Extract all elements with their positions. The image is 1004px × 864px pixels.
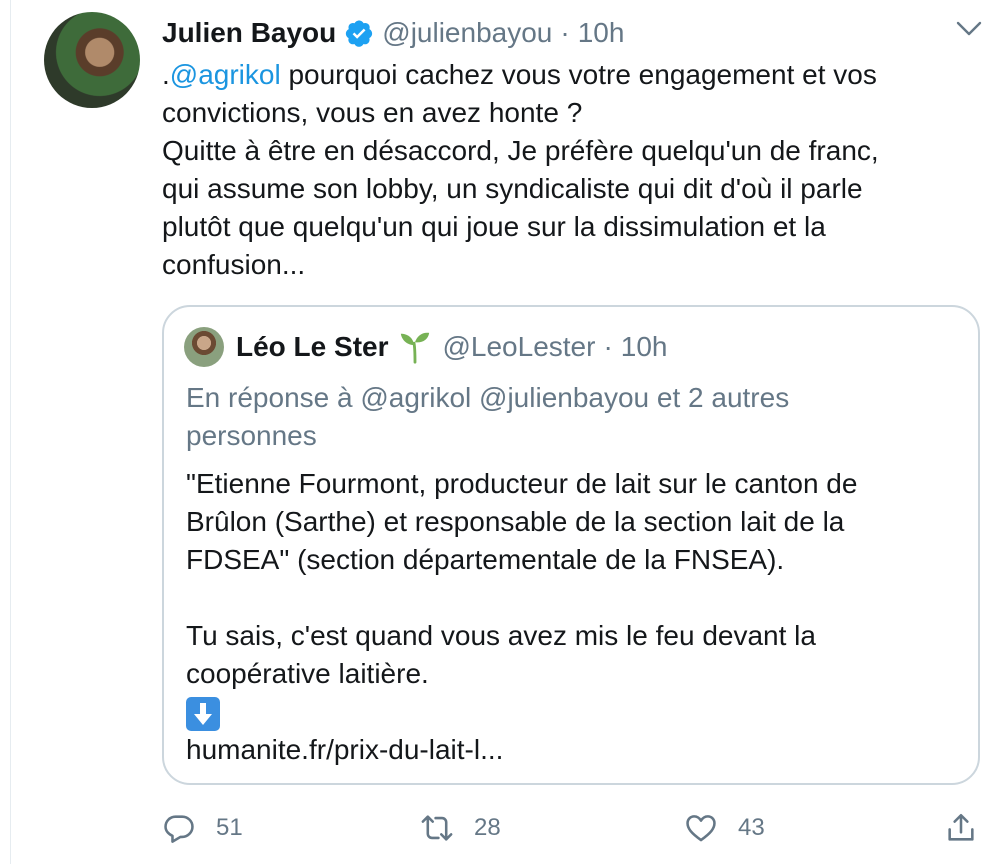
author-handle[interactable]: @julienbayou: [382, 17, 552, 49]
separator-dot: ·: [603, 331, 613, 362]
reply-button[interactable]: 51: [162, 808, 243, 848]
quoted-line: Brûlon (Sarthe) et responsable de la sec…: [186, 506, 845, 537]
tweet-header: Julien Bayou @julienbayou · 10h: [162, 14, 624, 52]
tweet-line: convictions, vous en avez honte ?: [162, 97, 583, 128]
retweet-button[interactable]: 28: [420, 808, 501, 848]
seedling-icon: [401, 332, 430, 364]
quoted-line: Tu sais, c'est quand vous avez mis le fe…: [186, 620, 816, 651]
tweet-line: Quitte à être en désaccord, Je préfère q…: [162, 135, 879, 166]
tweet-body: .@agrikol pourquoi cachez vous votre eng…: [162, 56, 982, 284]
share-icon: [948, 813, 974, 841]
tweet-line: confusion...: [162, 249, 306, 280]
verified-badge-icon: [346, 20, 373, 47]
tweet-time[interactable]: 10h: [578, 17, 625, 49]
retweet-count: 28: [474, 814, 501, 841]
timeline-border: [10, 0, 11, 864]
tweet-line: .@agrikol pourquoi cachez vous votre eng…: [162, 56, 982, 94]
tweet-line-rest: pourquoi cachez vous votre engagement et…: [280, 59, 877, 90]
quoted-line: "Etienne Fourmont, producteur de lait su…: [186, 468, 858, 499]
reply-context-line: personnes: [186, 420, 317, 451]
quoted-tweet-body: "Etienne Fourmont, producteur de lait su…: [186, 465, 966, 769]
quoted-line: coopérative laitière.: [186, 658, 429, 689]
quoted-author-handle: @LeoLester: [442, 331, 596, 362]
reply-context: En réponse à @agrikol @julienbayou et 2 …: [186, 379, 966, 455]
heart-icon: [686, 815, 716, 842]
reply-context-line: En réponse à @agrikol @julienbayou et 2 …: [186, 382, 790, 413]
chevron-down-icon[interactable]: [956, 20, 982, 38]
reply-icon: [164, 815, 194, 843]
tweet-prefix: .: [162, 59, 170, 90]
like-count: 43: [738, 814, 765, 841]
quoted-tweet-header: Léo Le Ster @LeoLester · 10h: [236, 327, 668, 367]
reply-count: 51: [216, 814, 243, 841]
quoted-author-name: Léo Le Ster: [236, 331, 389, 362]
tweet-line: plutôt que quelqu'un qui joue sur la dis…: [162, 211, 826, 242]
tweet-line: qui assume son lobby, un syndicaliste qu…: [162, 173, 863, 204]
quoted-tweet-time: 10h: [620, 331, 668, 362]
quoted-author-avatar: [184, 327, 224, 367]
quoted-tweet-card[interactable]: Léo Le Ster @LeoLester · 10h En réponse …: [162, 305, 980, 785]
retweet-icon: [421, 815, 453, 841]
author-name[interactable]: Julien Bayou: [162, 17, 336, 49]
separator-dot: ·: [560, 17, 570, 48]
like-button[interactable]: 43: [684, 808, 765, 848]
emoji-line: [186, 693, 966, 731]
share-button[interactable]: [944, 808, 978, 848]
quoted-link[interactable]: humanite.fr/prix-du-lait-l...: [186, 731, 966, 769]
down-arrow-emoji-icon: [186, 696, 220, 731]
tweet-actions: 51 28 43: [162, 808, 982, 848]
quoted-line: FDSEA" (section départementale de la FNS…: [186, 544, 785, 575]
author-avatar[interactable]: [44, 12, 140, 108]
mention-link[interactable]: @agrikol: [170, 59, 281, 90]
